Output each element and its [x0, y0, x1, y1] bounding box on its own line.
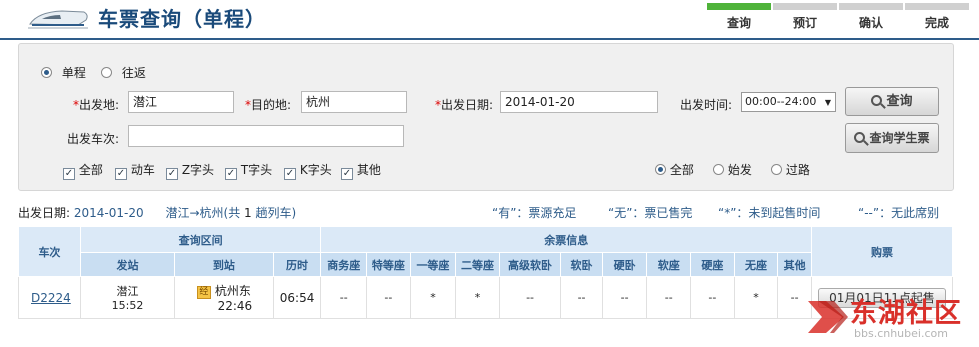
one-way-radio[interactable]: 单程: [41, 64, 86, 81]
progress-steps: 查询 预订 确认 完成: [707, 3, 971, 31]
train-logo-icon: [28, 10, 88, 29]
col-seat-deluxe-sleeper: 高级软卧: [498, 252, 562, 277]
seat-cell: *: [409, 276, 457, 319]
from-input[interactable]: 潜江: [128, 91, 234, 113]
time-label: 出发时间:: [680, 98, 733, 112]
seat-cell: --: [366, 276, 411, 319]
date-label: *出发日期:: [435, 98, 494, 112]
seat-cell: --: [646, 276, 692, 319]
watermark-logo-icon: [808, 301, 848, 333]
station-origin-radio[interactable]: 始发: [713, 161, 752, 178]
step-done: 完成: [905, 3, 969, 31]
page-title: 车票查询（单程）: [98, 7, 266, 31]
col-depart: 发站: [79, 252, 176, 277]
type-z-checkbox[interactable]: ✓ Z字头: [166, 161, 214, 180]
page-header: 车票查询（单程） 查询 预订 确认 完成: [0, 0, 979, 40]
train-no-label: 出发车次:: [67, 132, 120, 146]
seat-cell: --: [498, 276, 562, 319]
station-passing-radio[interactable]: 过路: [771, 161, 810, 178]
col-seat-soft-seat: 软座: [646, 252, 692, 277]
search-panel: 单程 往返 *出发地: 潜江 *目的地: 杭州 *出发日期: 2014-01-2…: [18, 43, 954, 191]
legend-have: “有”：票源充足: [492, 206, 577, 220]
duration-cell: 06:54: [272, 276, 322, 319]
step-book: 预订: [773, 3, 837, 31]
col-seat-second: 二等座: [455, 252, 500, 277]
search-icon: [854, 132, 866, 143]
depart-cell: 潜江 15:52: [79, 276, 176, 319]
col-seat-first: 一等座: [409, 252, 457, 277]
col-seat-other: 其他: [777, 252, 813, 277]
legend-none: “无”：票已售完: [608, 206, 693, 220]
col-seat-hard-seat: 硬座: [690, 252, 735, 277]
to-input[interactable]: 杭州: [301, 91, 407, 113]
watermark: 东湖社区 bbs.cnhubei.com: [800, 287, 979, 347]
seat-cell: *: [455, 276, 500, 319]
train-number-link[interactable]: D2224: [31, 291, 71, 305]
seat-cell: *: [733, 276, 779, 319]
radio-icon: [713, 164, 724, 175]
type-t-checkbox[interactable]: ✓ T字头: [225, 161, 272, 180]
passing-station-badge: 经: [196, 286, 211, 299]
radio-icon: [101, 67, 112, 78]
radio-icon: [655, 164, 666, 175]
step-confirm: 确认: [839, 3, 903, 31]
seat-cell: --: [690, 276, 735, 319]
train-no-input[interactable]: [128, 125, 404, 147]
result-summary: 出发日期: 2014-01-20 潜江→杭州(共 1 趟列车) “有”：票源充足…: [18, 206, 940, 220]
seat-cell: --: [320, 276, 368, 319]
train-count: 1: [244, 206, 252, 220]
station-all-radio[interactable]: 全部: [655, 161, 694, 178]
col-buy: 购票: [811, 226, 953, 277]
type-d-checkbox[interactable]: ✓ 动车: [115, 161, 155, 180]
from-label: *出发地:: [73, 98, 120, 112]
search-button[interactable]: 查询: [845, 87, 939, 116]
watermark-text: 东湖社区: [850, 298, 962, 329]
search-icon: [871, 95, 883, 106]
step-query: 查询: [707, 3, 771, 31]
col-tickets: 余票信息: [320, 226, 813, 253]
time-select[interactable]: 00:00--24:00 ▼: [741, 92, 836, 112]
col-train: 车次: [18, 226, 81, 277]
col-duration: 历时: [272, 252, 322, 277]
radio-icon: [771, 164, 782, 175]
chevron-down-icon: ▼: [824, 98, 831, 107]
date-input[interactable]: 2014-01-20: [500, 91, 658, 113]
arrive-cell: 经杭州东 22:46: [174, 276, 274, 319]
col-seat-standing: 无座: [733, 252, 779, 277]
col-seat-soft-sleeper: 软卧: [560, 252, 603, 277]
seat-cell: --: [601, 276, 648, 319]
col-seat-special: 特等座: [366, 252, 411, 277]
col-interval: 查询区间: [79, 226, 322, 253]
col-arrive: 到站: [174, 252, 274, 277]
col-seat-business: 商务座: [320, 252, 368, 277]
legend-not-yet: “*”：未到起售时间: [718, 206, 821, 220]
col-seat-hard-sleeper: 硬卧: [601, 252, 648, 277]
type-other-checkbox[interactable]: ✓ 其他: [341, 161, 381, 180]
type-k-checkbox[interactable]: ✓ K字头: [284, 161, 332, 180]
summary-route: 潜江→杭州: [165, 206, 224, 220]
seat-cell: --: [560, 276, 603, 319]
round-trip-radio[interactable]: 往返: [101, 64, 146, 81]
to-label: *目的地:: [245, 98, 292, 112]
legend-no-class: “--”：无此席别: [858, 206, 940, 220]
radio-icon: [41, 67, 52, 78]
student-ticket-button[interactable]: 查询学生票: [845, 123, 939, 153]
type-all-checkbox[interactable]: ✓ 全部: [63, 161, 103, 180]
watermark-url: bbs.cnhubei.com: [854, 327, 948, 340]
summary-date: 2014-01-20: [73, 206, 144, 220]
